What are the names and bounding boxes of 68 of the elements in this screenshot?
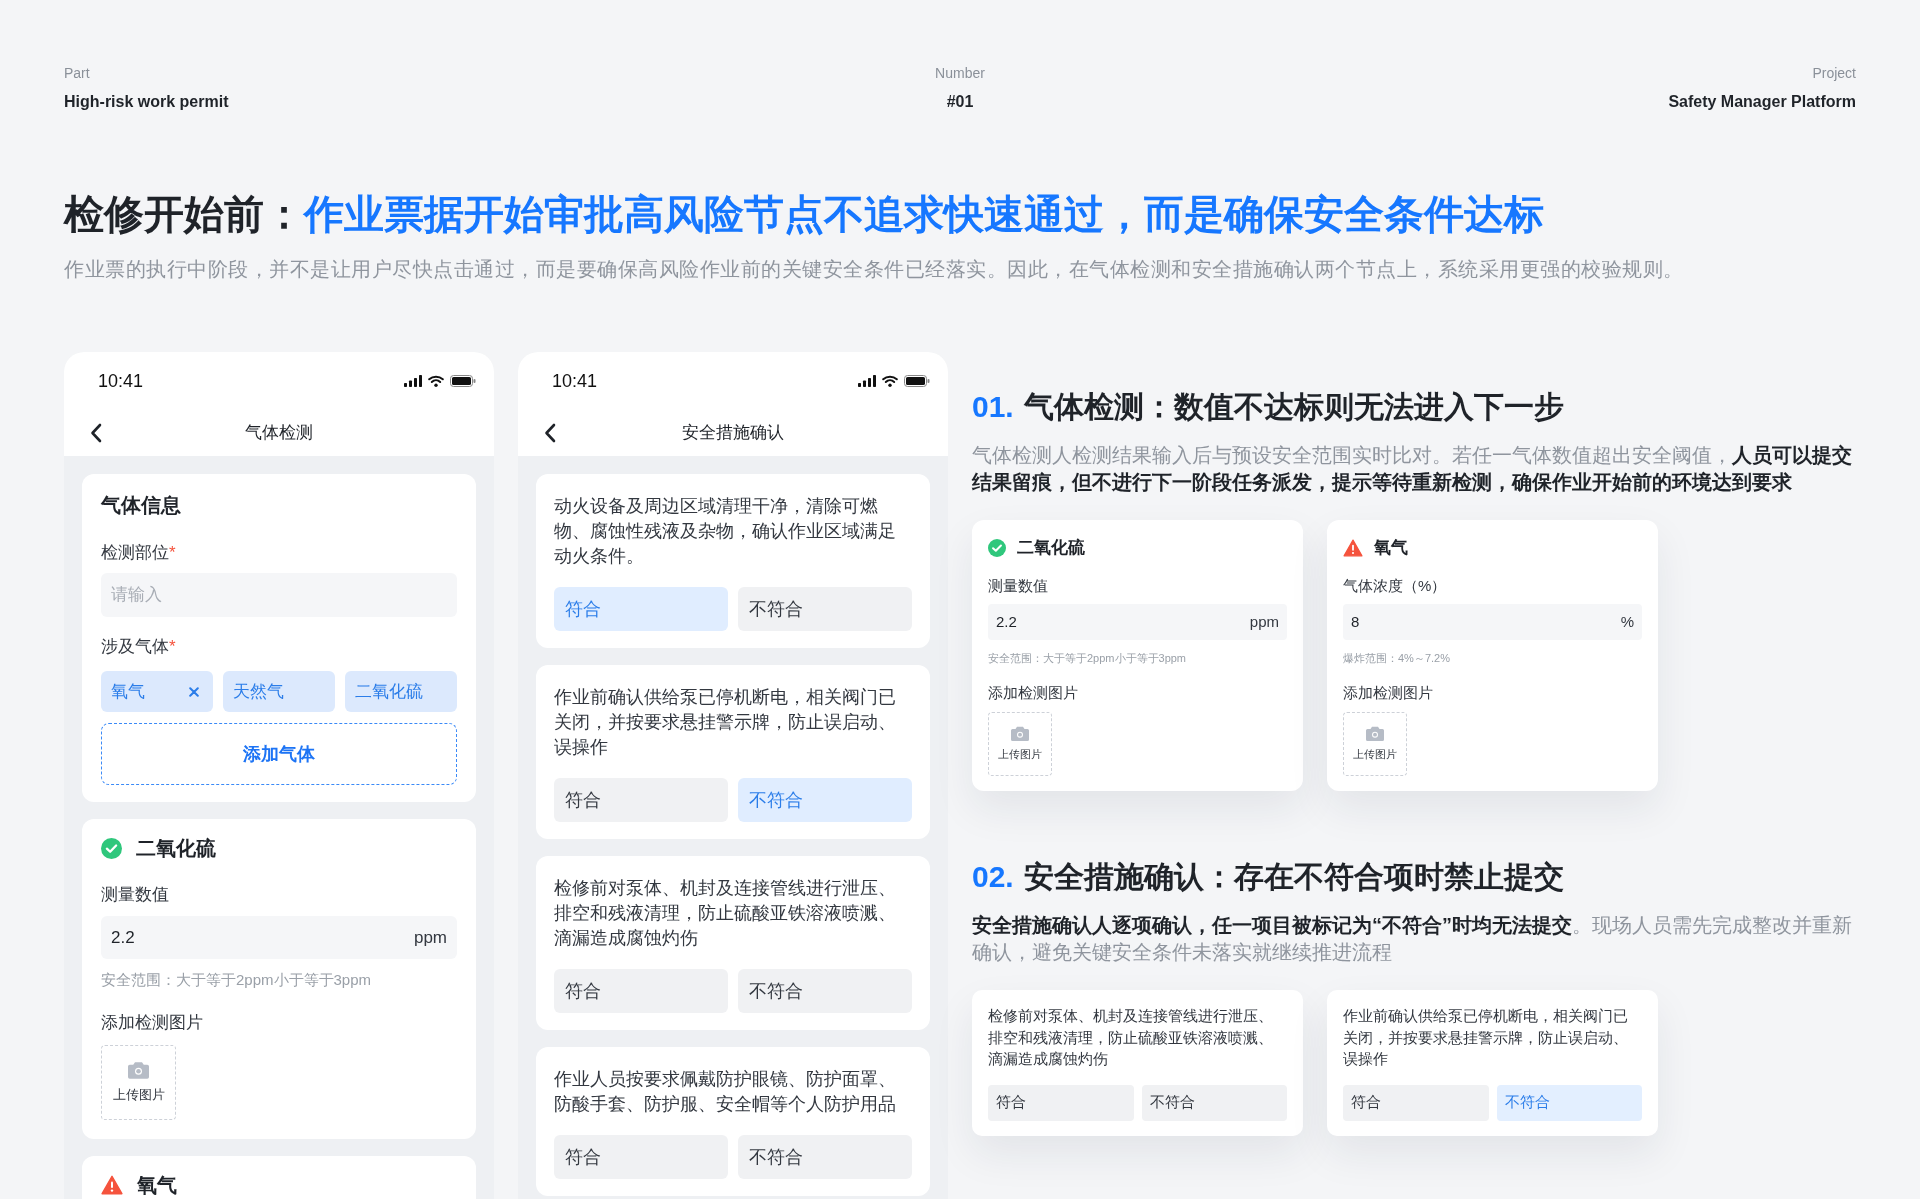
option-button[interactable]: 不符合 [738, 587, 912, 631]
meta-value: High-risk work permit [64, 92, 229, 112]
wifi-icon [428, 375, 444, 387]
upload-button[interactable]: 上传图片 [1343, 712, 1407, 776]
meta-value: Safety Manager Platform [1668, 92, 1856, 112]
option-button[interactable]: 符合 [554, 1135, 728, 1179]
option-button[interactable]: 不符合 [1141, 1084, 1287, 1121]
field-label: 添加检测图片 [1343, 683, 1434, 703]
page-subtitle: 作业票的执行中阶段，并不是让用户尽快点击通过，而是要确保高风险作业前的关键安全条件已经落实。因此，在气体检测和安全措施确认两个节点上，系统采用更强的校验规则。 [64, 257, 1685, 282]
nav-title: 安全措施确认 [681, 422, 785, 444]
field-label: 添加检测图片 [988, 683, 1079, 703]
signal-icon [404, 375, 422, 387]
gas-name: 氧气 [1374, 537, 1408, 559]
measure-text: 作业人员按要求佩戴防护眼镜、防护面罩、防酸手套、防护服、安全帽等个人防护用品 [554, 1068, 897, 1116]
battery-icon [904, 375, 930, 387]
battery-icon [450, 375, 476, 387]
signal-icon [858, 375, 876, 387]
measure-text: 动火设备及周边区域清理干净，清除可燃物、腐蚀性残液及杂物，确认作业区域满足动火条件。 [554, 495, 897, 568]
option-button[interactable]: 符合 [1343, 1084, 1489, 1121]
measure-text: 作业前确认供给泵已停机断电，相关阀门已关闭，并按要求悬挂警示牌，防止误启动、误操作 [1343, 1006, 1629, 1069]
field-label: 添加检测图片 [101, 1012, 204, 1034]
option-button[interactable]: 不符合 [1496, 1084, 1642, 1121]
nav-title: 气体检测 [244, 422, 314, 444]
hint-text: 爆炸范围：4%～7.2% [1343, 651, 1451, 666]
section-description: 安全措施确认人逐项确认，任一项目被标记为“不符合”时均无法提交。现场人员需先完成整改并重新确认，避免关键安全条件未落实就继续推进流程 [972, 913, 1852, 965]
option-button[interactable]: 不符合 [738, 1135, 912, 1179]
field-label: 测量数值 [101, 884, 170, 906]
measure-text: 检修前对泵体、机封及连接管线进行泄压、排空和残液清理，防止硫酸亚铁溶液喷溅、滴漏造成腐蚀灼伤 [554, 877, 897, 950]
input-field[interactable]: 2.2 ppm [101, 916, 457, 959]
field-label: 气体浓度（%） [1343, 576, 1448, 596]
camera-icon [1011, 725, 1029, 741]
meta-value: #01 [946, 92, 974, 112]
hint-text: 安全范围：大于等于2ppm小于等于3ppm [988, 651, 1188, 666]
meta-label: Number [935, 64, 985, 83]
upload-button[interactable]: 上传图片 [101, 1045, 176, 1120]
field-label: 测量数值 [988, 576, 1049, 596]
card-title: 气体信息 [101, 493, 182, 518]
status-time: 10:41 [552, 370, 598, 393]
field-label: 检测部位* [101, 542, 177, 564]
section-heading: 01. 气体检测：数值不达标则无法进入下一步 [972, 389, 1565, 425]
option-button[interactable]: 符合 [554, 778, 728, 822]
option-button[interactable]: 符合 [554, 969, 728, 1013]
back-icon[interactable] [90, 423, 102, 443]
page-title: 检修开始前：作业票据开始审批高风险节点不追求快速通过，而是确保安全条件达标 [64, 191, 1545, 238]
gas-name: 氧气 [137, 1173, 177, 1198]
measure-text: 检修前对泵体、机封及连接管线进行泄压、排空和残液清理，防止硫酸亚铁溶液喷溅、滴漏造成腐蚀灼伤 [988, 1006, 1274, 1069]
camera-icon [1366, 725, 1384, 741]
status-time: 10:41 [98, 370, 144, 393]
option-button[interactable]: 符合 [554, 587, 728, 631]
input-field[interactable]: 8 % [1343, 604, 1642, 640]
gas-name: 二氧化硫 [1017, 537, 1085, 559]
measure-text: 作业前确认供给泵已停机断电，相关阀门已关闭，并按要求悬挂警示牌，防止误启动、误操作 [554, 686, 897, 759]
close-icon[interactable] [189, 686, 199, 697]
section-heading: 02. 安全措施确认：存在不符合项时禁止提交 [972, 859, 1565, 895]
wifi-icon [882, 375, 898, 387]
meta-label: Project [1812, 64, 1856, 83]
section-description: 气体检测人检测结果输入后与预设安全范围实时比对。若任一气体数值超出安全阈值，人员可以提交结果留痕，但不进行下一阶段任务派发，提示等待重新检测，确保作业开始前的环境达到要求 [972, 443, 1852, 495]
gas-name: 二氧化硫 [136, 836, 216, 861]
upload-button[interactable]: 上传图片 [988, 712, 1052, 776]
option-button[interactable]: 不符合 [738, 969, 912, 1013]
add-gas-button[interactable]: 添加气体 [101, 723, 457, 785]
back-icon[interactable] [544, 423, 556, 443]
camera-icon [128, 1060, 149, 1079]
meta-label: Part [64, 64, 90, 83]
input-field[interactable]: 2.2 ppm [988, 604, 1287, 640]
hint-text: 安全范围：大于等于2ppm小于等于3ppm [101, 970, 373, 990]
field-label: 涉及气体* [101, 636, 177, 658]
option-button[interactable]: 符合 [988, 1084, 1134, 1121]
